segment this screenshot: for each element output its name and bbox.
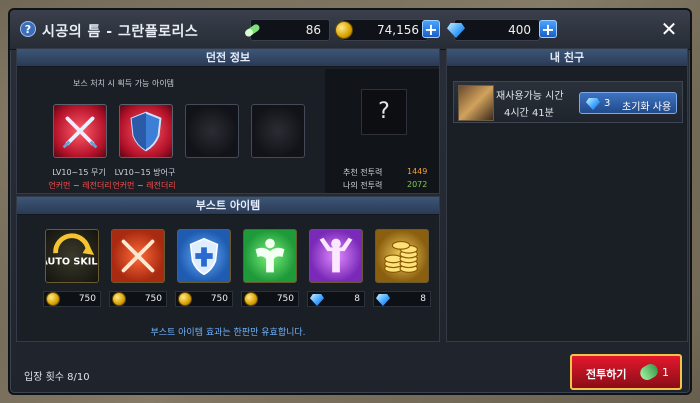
auto-skill-boost-slot[interactable]: AUTO SKILL [40, 229, 104, 283]
crossed-swords-icon [62, 116, 98, 149]
armor-level-label: LV10~15 방어구 [114, 168, 176, 177]
friends-header: 내 친구 [447, 49, 687, 67]
boost-price: 750 [241, 291, 299, 307]
add-gold-button[interactable]: + [422, 20, 440, 38]
gem-icon [376, 294, 390, 306]
boss-preview-area: ? 추천 전투력 1449 나의 전투력 2072 [325, 69, 439, 193]
armor-reward-slot[interactable] [119, 104, 173, 158]
boss-drop-subtitle: 보스 처치 시 획득 가능 아이템 [73, 79, 175, 88]
boost-items-panel: 부스트 아이템 AUTO SKILL [16, 196, 440, 342]
armor-rarity-range: 언커먼 ~ 레전더리 [112, 181, 176, 190]
shield-icon [130, 111, 162, 152]
close-icon[interactable]: ✕ [658, 18, 680, 40]
window-title: 시공의 틈 - 그란플로리스 [42, 24, 199, 40]
shield-boost-icon [189, 237, 219, 276]
muscle-boost-icon [255, 238, 285, 273]
energy-potion-icon [637, 361, 661, 383]
power-boost-slot[interactable] [309, 229, 363, 283]
strength-boost-slot[interactable] [243, 229, 297, 283]
power-pose-boost-icon [319, 237, 353, 273]
dungeon-info-panel: 던전 정보 보스 처치 시 획득 가능 아이템 LV10~15 무기 LV10~… [16, 48, 440, 194]
dungeon-entry-window: ? 시공의 틈 - 그란플로리스 86 74,156 + 400 + ✕ 던전 … [8, 8, 692, 395]
boost-price: 750 [175, 291, 233, 307]
boost-price: 750 [109, 291, 167, 307]
boost-items-header: 부스트 아이템 [17, 197, 439, 215]
reuse-time-label: 재사용가능 시간 [496, 91, 564, 102]
empty-reward-slot-2 [251, 104, 305, 158]
gold-coin-icon [335, 21, 353, 39]
reuse-time-value: 4시간 41분 [504, 108, 554, 119]
gem-icon [310, 294, 324, 306]
title-bar: ? 시공의 틈 - 그란플로리스 86 74,156 + 400 + ✕ [10, 10, 690, 50]
weapon-level-label: LV10~15 무기 [52, 168, 106, 177]
friends-panel: 내 친구 재사용가능 시간 4시간 41분 3 초기화 사용 [446, 48, 688, 342]
dungeon-info-header: 던전 정보 [17, 49, 439, 67]
gem-value: 400 [508, 23, 531, 37]
boost-price: 750 [43, 291, 101, 307]
boost-note: 부스트 아이템 효과는 한판만 유효합니다. [150, 328, 306, 338]
help-icon[interactable]: ? [20, 21, 36, 37]
defense-boost-slot[interactable] [177, 229, 231, 283]
boost-price: 8 [307, 291, 365, 307]
gold-coin-icon [244, 292, 258, 306]
gold-stack-boost-icon [384, 240, 418, 273]
attack-boost-slot[interactable] [111, 229, 165, 283]
gold-coin-icon [178, 292, 192, 306]
gold-counter: 74,156 [335, 19, 428, 41]
energy-value: 86 [305, 23, 321, 37]
energy-potion-icon [245, 24, 260, 37]
my-power-value: 2072 [407, 180, 428, 189]
gem-icon [586, 98, 600, 110]
auto-skill-icon: AUTO SKILL [40, 233, 104, 268]
gem-icon [447, 23, 465, 38]
reset-cooldown-button[interactable]: 3 초기화 사용 [579, 92, 677, 114]
battle-button[interactable]: 전투하기 1 [570, 354, 682, 390]
recommended-power-label: 추천 전투력 [343, 168, 383, 177]
add-gem-button[interactable]: + [539, 20, 557, 38]
gem-counter: 400 [447, 19, 540, 41]
entry-count: 입장 횟수 8/10 [24, 372, 90, 383]
unknown-boss-icon: ? [361, 89, 407, 135]
weapon-rarity-range: 언커먼 ~ 레전더리 [48, 181, 112, 190]
crossed-swords-boost-icon [121, 239, 155, 273]
gold-coin-icon [46, 292, 60, 306]
auto-skill-text: AUTO SKILL [46, 257, 98, 268]
avatar [458, 85, 494, 121]
boost-price: 8 [373, 291, 431, 307]
weapon-reward-slot[interactable] [53, 104, 107, 158]
gold-value: 74,156 [377, 23, 419, 37]
recommended-power-value: 1449 [407, 167, 428, 176]
my-power-label: 나의 전투력 [343, 181, 383, 190]
empty-reward-slot-1 [185, 104, 239, 158]
gold-coin-icon [112, 292, 126, 306]
friend-card[interactable]: 재사용가능 시간 4시간 41분 3 초기화 사용 [453, 81, 683, 123]
energy-counter: 86 [245, 19, 330, 41]
gold-boost-slot[interactable] [375, 229, 429, 283]
